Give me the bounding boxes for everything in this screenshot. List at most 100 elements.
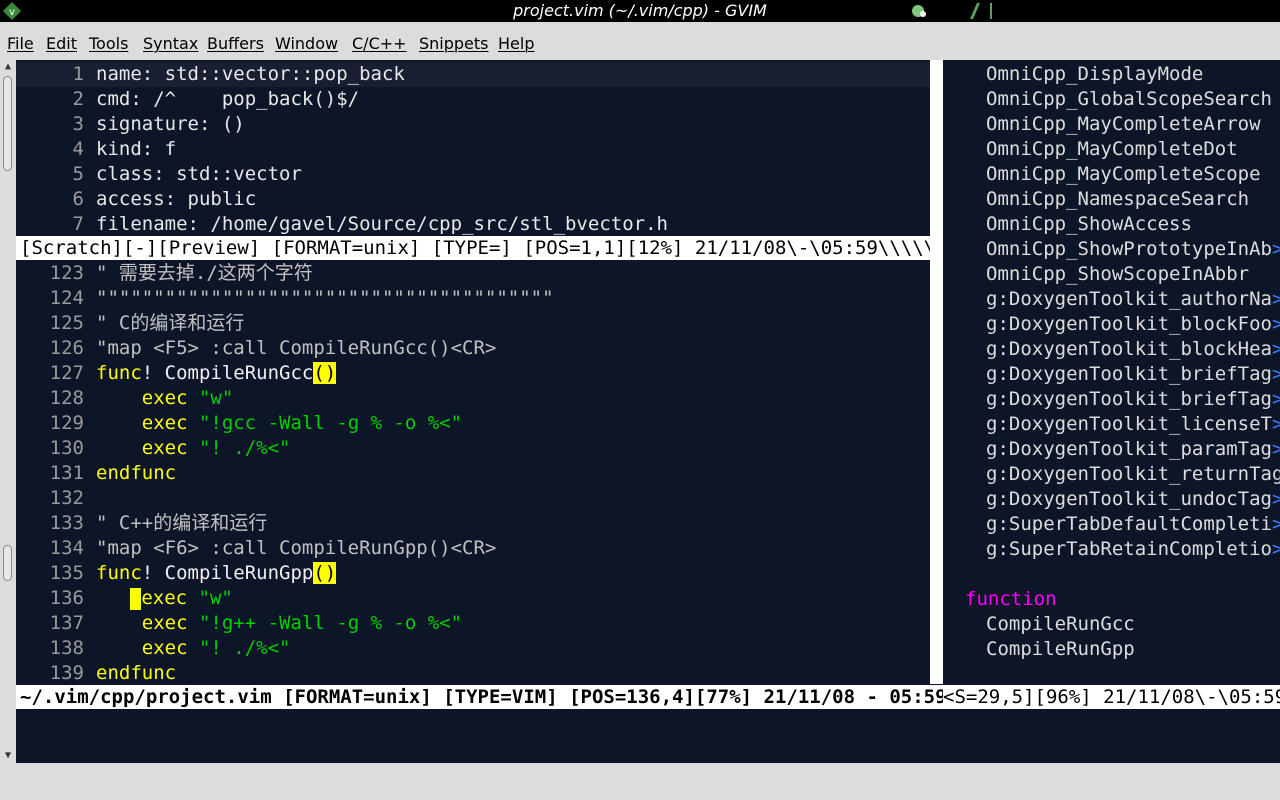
scrollbar-thumb[interactable] — [3, 76, 12, 171]
vertical-split-divider[interactable] — [930, 60, 943, 684]
code-line: 129 exec "!gcc -Wall -g % -o %<" — [16, 411, 930, 436]
code-token: () — [313, 362, 337, 384]
taglist-variable-item[interactable]: OmniCpp_GlobalScopeSearch — [986, 87, 1272, 112]
taglist-variable-item[interactable]: g:SuperTabDefaultCompleti> — [986, 512, 1280, 537]
menu-tools[interactable]: Tools — [89, 33, 128, 55]
truncation-marker: > — [1271, 288, 1280, 310]
truncation-marker: > — [1271, 238, 1280, 260]
code-token: "! ./%<" — [198, 637, 291, 659]
code-token: exec — [141, 387, 188, 409]
command-line[interactable] — [16, 712, 1280, 763]
code-token: exec — [141, 437, 188, 459]
menu-window[interactable]: Window — [275, 33, 338, 55]
taglist-item-label: OmniCpp_MayCompleteScope — [986, 163, 1261, 185]
code-line: 137 exec "!g++ -Wall -g % -o %<" — [16, 611, 930, 636]
taglist-function-item[interactable]: CompileRunGcc — [986, 612, 1135, 637]
taglist-variable-item[interactable]: g:DoxygenToolkit_briefTag> — [986, 387, 1280, 412]
code-line: 133 " C++的编译和运行 — [16, 511, 930, 536]
taglist-variable-item[interactable]: OmniCpp_ShowAccess — [986, 212, 1192, 237]
taglist-variable-item[interactable]: g:SuperTabRetainCompletio> — [986, 537, 1280, 562]
code-line: 138 exec "! ./%<" — [16, 636, 930, 661]
taglist-variable-item[interactable]: g:DoxygenToolkit_briefTag> — [986, 362, 1280, 387]
code-token: exec — [141, 637, 188, 659]
truncation-marker: > — [1271, 363, 1280, 385]
code-line: 135 func! CompileRunGpp() — [16, 561, 930, 586]
menu-bar: File Edit Tools Syntax Buffers Window C/C++ Sni… — [0, 30, 1280, 56]
taglist-variable-item[interactable]: OmniCpp_NamespaceSearch — [986, 187, 1249, 212]
line-number: 127 — [49, 362, 84, 384]
taglist-variable-item[interactable]: g:DoxygenToolkit_blockHea> — [986, 337, 1280, 362]
taglist-variable-item[interactable]: OmniCpp_ShowPrototypeInAb> — [986, 237, 1280, 262]
code-line: 124 """""""""""""""""""""""""""""""""""""… — [16, 286, 930, 311]
line-number: 136 — [49, 587, 84, 609]
taglist-variable-item[interactable]: g:DoxygenToolkit_blockFoo> — [986, 312, 1280, 337]
line-number: 6 — [72, 188, 84, 210]
code-token: exec — [141, 412, 188, 434]
code-token: """""""""""""""""""""""""""""""""""""""" — [96, 287, 554, 309]
code-token: exec — [141, 587, 188, 609]
scrollbar-thumb-lower[interactable] — [3, 545, 12, 581]
preview-line-text: class: std::vector — [96, 163, 302, 185]
taglist-variable-item[interactable]: OmniCpp_MayCompleteArrow — [986, 112, 1261, 137]
taglist-variable-item[interactable]: g:DoxygenToolkit_licenseT> — [986, 412, 1280, 437]
taglist-variable-item[interactable]: g:DoxygenToolkit_returnTag — [986, 462, 1280, 487]
vertical-scrollbar[interactable]: ▲ ▼ — [0, 60, 16, 763]
code-line: 123 " 需要去掉./这两个字符 — [16, 261, 930, 286]
taglist-item-label: OmniCpp_NamespaceSearch — [986, 188, 1250, 210]
taglist-item-label: g:DoxygenToolkit_licenseT — [986, 413, 1272, 435]
preview-line: 1 name: std::vector::pop_back — [16, 62, 930, 87]
menu-edit[interactable]: Edit — [46, 33, 77, 55]
code-line: 134 "map <F6> :call CompileRunGpp()<CR> — [16, 536, 930, 561]
taglist-variable-item[interactable]: OmniCpp_ShowScopeInAbbr — [986, 262, 1249, 287]
menu-help[interactable]: Help — [498, 33, 534, 55]
taglist-variable-item[interactable]: OmniCpp_MayCompleteDot — [986, 137, 1238, 162]
taglist-item-label: g:DoxygenToolkit_paramTag — [986, 438, 1272, 460]
code-token: exec — [141, 612, 188, 634]
code-token: "map <F6> :call CompileRunGpp()<CR> — [96, 537, 497, 559]
line-number: 7 — [72, 213, 84, 235]
menu-file[interactable]: File — [7, 33, 34, 55]
code-line: 128 exec "w" — [16, 386, 930, 411]
taglist-status-line: <S=29,5][96%] 21/11/08\-\05:59 — [943, 685, 1280, 709]
line-number: 3 — [72, 113, 84, 135]
truncation-marker: > — [1271, 513, 1280, 535]
taglist-item-label: OmniCpp_MayCompleteArrow — [986, 113, 1261, 135]
code-text: func! CompileRunGcc() — [96, 361, 337, 386]
menu-syntax[interactable]: Syntax — [143, 33, 198, 55]
code-line: 130 exec "! ./%<" — [16, 436, 930, 461]
taglist-function-item[interactable]: CompileRunGpp — [986, 637, 1135, 662]
truncation-marker: > — [1271, 488, 1280, 510]
taglist-window[interactable]: OmniCpp_DisplayMode OmniCpp_GlobalScopeSe… — [943, 60, 1280, 684]
menu-buffers[interactable]: Buffers — [207, 33, 264, 55]
line-number: 124 — [49, 287, 84, 309]
line-number: 139 — [49, 662, 84, 684]
code-line: 131 endfunc — [16, 461, 930, 486]
taglist-variable-item[interactable]: OmniCpp_MayCompleteScope — [986, 162, 1261, 187]
system-tray — [905, 2, 1030, 20]
code-text: " C的编译和运行 — [96, 311, 244, 336]
code-token: "w" — [198, 387, 234, 409]
taglist-item-label: OmniCpp_GlobalScopeSearch — [986, 88, 1272, 110]
line-number: 5 — [72, 163, 84, 185]
taglist-variable-item[interactable]: g:DoxygenToolkit_undocTag> — [986, 487, 1280, 512]
taglist-variable-item[interactable]: OmniCpp_DisplayMode — [986, 62, 1203, 87]
taglist-variable-item[interactable]: g:DoxygenToolkit_paramTag> — [986, 437, 1280, 462]
taglist-item-label: g:DoxygenToolkit_undocTag — [986, 488, 1272, 510]
scroll-up-arrow-icon[interactable]: ▲ — [0, 60, 16, 74]
preview-window[interactable]: 1 name: std::vector::pop_back 2 cmd: /^ pop… — [16, 60, 930, 236]
preview-line: 2 cmd: /^ pop_back()$/ — [16, 87, 930, 112]
main-editor-window[interactable]: 123 " 需要去掉./这两个字符 124 """""""""""""""""""""… — [16, 260, 930, 685]
menu-snippets[interactable]: Snippets — [419, 33, 489, 55]
code-text: endfunc — [96, 661, 176, 685]
line-number: 4 — [72, 138, 84, 160]
code-token: ! CompileRunGpp — [141, 562, 314, 584]
taglist-variable-item[interactable]: g:DoxygenToolkit_authorNa> — [986, 287, 1280, 312]
taglist-function-header[interactable]: function — [965, 587, 1057, 612]
line-number: 137 — [49, 612, 84, 634]
menu-c-c-[interactable]: C/C++ — [352, 33, 407, 55]
scroll-down-arrow-icon[interactable]: ▼ — [0, 749, 16, 763]
